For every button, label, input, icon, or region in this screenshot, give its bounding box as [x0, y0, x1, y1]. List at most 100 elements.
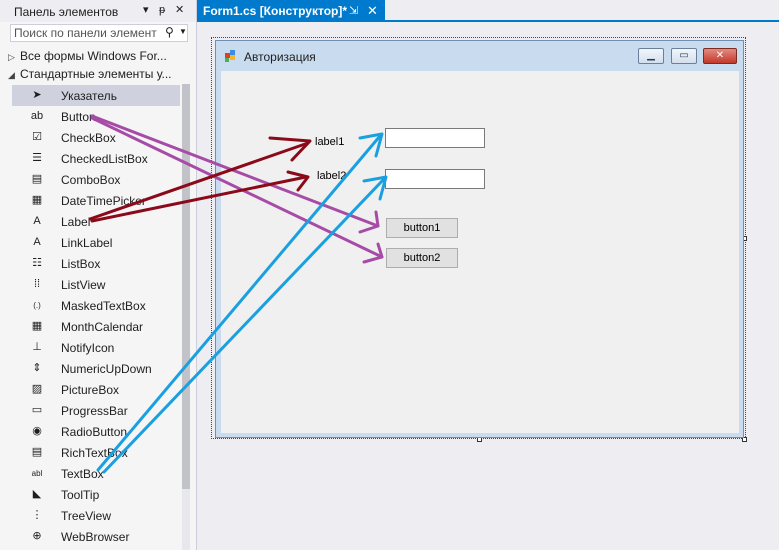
toolbox-item-label: ProgressBar [61, 404, 128, 418]
toolbox-item-label: ListBox [61, 257, 101, 271]
label-icon: A [33, 215, 41, 227]
label1-control[interactable]: label1 [315, 136, 344, 148]
toolbox-item-указатель[interactable]: ➤ Указатель [12, 85, 180, 106]
toolbox-item-tooltip[interactable]: ◣ ToolTip [12, 484, 180, 505]
textbox1-control[interactable] [385, 128, 485, 148]
toolbox-item-datetimepicker[interactable]: ▦ DateTimePicker [12, 190, 180, 211]
radiobutton-icon: ◉ [32, 425, 42, 437]
toolbox-dropdown-icon[interactable]: ▾ [143, 3, 149, 17]
toolbox-item-label: WebBrowser [61, 530, 130, 544]
toolbox-item-textbox[interactable]: abl TextBox [12, 463, 180, 484]
form-client-area[interactable] [221, 71, 739, 433]
combobox-icon: ▤ [31, 173, 43, 185]
richtextbox-icon: ▤ [31, 446, 43, 458]
toolbox-item-combobox[interactable]: ▤ ComboBox [12, 169, 180, 190]
toolbox-search-box[interactable]: ⚲ ▼ [10, 24, 188, 42]
tab-pin-icon[interactable]: ⇲ [349, 4, 358, 17]
toolbox-item-label: NotifyIcon [61, 341, 115, 355]
label2-control[interactable]: label2 [317, 170, 346, 182]
tab-form1-designer[interactable]: Form1.cs [Конструктор]* ⇲ ✕ [197, 0, 385, 22]
form-window[interactable]: Авторизация ▁ ▭ ✕ [215, 40, 744, 438]
toolbox-item-webbrowser[interactable]: ⊕ WebBrowser [12, 526, 180, 547]
toolbox-item-richtextbox[interactable]: ▤ RichTextBox [12, 442, 180, 463]
toolbox-scrollbar[interactable] [182, 84, 190, 550]
group-standard-elements-label: Стандартные элементы у... [20, 67, 172, 81]
toolbox-item-label: TreeView [61, 509, 112, 523]
group-standard-elements[interactable]: ◢ Стандартные элементы у... [8, 67, 172, 85]
treeview-icon: ⋮ [31, 509, 43, 521]
toolbox-item-listview[interactable]: ⁞⁞ ListView [12, 274, 180, 295]
search-options-chevron-down-icon[interactable]: ▼ [179, 27, 187, 36]
toolbox-item-label: ComboBox [61, 173, 121, 187]
toolbox-search-input[interactable] [14, 26, 162, 40]
listbox-icon: ☷ [32, 257, 42, 269]
toolbox-item-label: NumericUpDown [61, 362, 152, 376]
toolbox-item-label: MaskedTextBox [61, 299, 146, 313]
toolbox-item-progressbar[interactable]: ▭ ProgressBar [12, 400, 180, 421]
toolbox-item-label: MonthCalendar [61, 320, 144, 334]
form-title: Авторизация [244, 50, 316, 64]
tooltip-icon: ◣ [32, 488, 42, 500]
document-tab-strip: Form1.cs [Конструктор]* ⇲ ✕ [197, 0, 779, 22]
webbrowser-icon: ⊕ [32, 530, 42, 542]
checkbox-icon: ☑ [32, 131, 42, 143]
linklabel-icon: A [33, 236, 41, 248]
toolbox-close-icon[interactable]: ✕ [175, 3, 184, 17]
textbox-icon: abl [31, 469, 43, 478]
toolbox-item-label: Button [61, 110, 96, 124]
toolbox-item-label: ListView [61, 278, 106, 292]
group-all-windows-forms[interactable]: ▷ Все формы Windows For... [8, 49, 167, 67]
datetimepicker-icon: ▦ [31, 194, 43, 206]
group-all-windows-forms-label: Все формы Windows For... [20, 49, 167, 63]
form-titlebar[interactable]: Авторизация ▁ ▭ ✕ [216, 41, 743, 70]
toolbox-panel: Панель элементов ▾ ᵽ ✕ ⚲ ▼ ▷Все формы Wi… [0, 0, 197, 550]
toolbox-item-linklabel[interactable]: A LinkLabel [12, 232, 180, 253]
toolbox-item-label: TextBox [61, 467, 104, 481]
maximize-icon: ▭ [679, 50, 689, 61]
toolbox-title: Панель элементов [14, 5, 119, 19]
tab-form1-label: Form1.cs [Конструктор]* [203, 4, 348, 18]
toolbox-pin-icon[interactable]: ᵽ [159, 3, 165, 17]
toolbox-item-checkbox[interactable]: ☑ CheckBox [12, 127, 180, 148]
picturebox-icon: ▨ [31, 383, 43, 395]
close-icon: ✕ [715, 50, 725, 61]
toolbox-item-notifyicon[interactable]: ⊥ NotifyIcon [12, 337, 180, 358]
maximize-button[interactable]: ▭ [671, 48, 697, 64]
expand-triangle-icon[interactable]: ▷ [8, 52, 20, 63]
window-close-button[interactable]: ✕ [703, 48, 737, 64]
button2-control[interactable]: button2 [386, 248, 458, 268]
button-icon: ab [30, 110, 44, 122]
listview-icon: ⁞⁞ [33, 278, 41, 290]
numericupdown-icon: ⇕ [32, 362, 42, 374]
toolbox-scrollbar-thumb[interactable] [182, 84, 190, 489]
toolbox-item-radiobutton[interactable]: ◉ RadioButton [12, 421, 180, 442]
toolbox-item-treeview[interactable]: ⋮ TreeView [12, 505, 180, 526]
minimize-icon: ▁ [647, 50, 655, 61]
notifyicon-icon: ⊥ [32, 341, 42, 353]
toolbox-item-label: ToolTip [61, 488, 100, 502]
toolbox-item-picturebox[interactable]: ▨ PictureBox [12, 379, 180, 400]
toolbox-item-numericupdown[interactable]: ⇕ NumericUpDown [12, 358, 180, 379]
maskedtextbox-icon: (.) [33, 301, 41, 310]
toolbox-item-list: ➤ Указатель ab Button ☑ CheckBox ☰ CheckedListB… [12, 85, 180, 547]
monthcalendar-icon: ▦ [31, 320, 43, 332]
tab-close-icon[interactable]: ✕ [367, 3, 378, 19]
button1-control[interactable]: button1 [386, 218, 458, 238]
minimize-button[interactable]: ▁ [638, 48, 664, 64]
toolbox-item-label: CheckBox [61, 131, 116, 145]
checkedlistbox-icon: ☰ [32, 152, 42, 164]
toolbox-item-label: RichTextBox [61, 446, 128, 460]
toolbox-item-button[interactable]: ab Button [12, 106, 180, 127]
toolbox-item-label: PictureBox [61, 383, 120, 397]
toolbox-item-checkedlistbox[interactable]: ☰ CheckedListBox [12, 148, 180, 169]
collapse-triangle-icon[interactable]: ◢ [8, 70, 20, 81]
toolbox-item-label[interactable]: A Label [12, 211, 180, 232]
toolbox-item-monthcalendar[interactable]: ▦ MonthCalendar [12, 316, 180, 337]
toolbox-item-label: CheckedListBox [61, 152, 148, 166]
toolbox-item-maskedtextbox[interactable]: (.) MaskedTextBox [12, 295, 180, 316]
toolbox-item-listbox[interactable]: ☷ ListBox [12, 253, 180, 274]
toolbox-header: Панель элементов ▾ ᵽ ✕ [0, 0, 196, 22]
search-icon[interactable]: ⚲ [165, 25, 174, 39]
toolbox-item-label: RadioButton [61, 425, 128, 439]
textbox2-control[interactable] [385, 169, 485, 189]
